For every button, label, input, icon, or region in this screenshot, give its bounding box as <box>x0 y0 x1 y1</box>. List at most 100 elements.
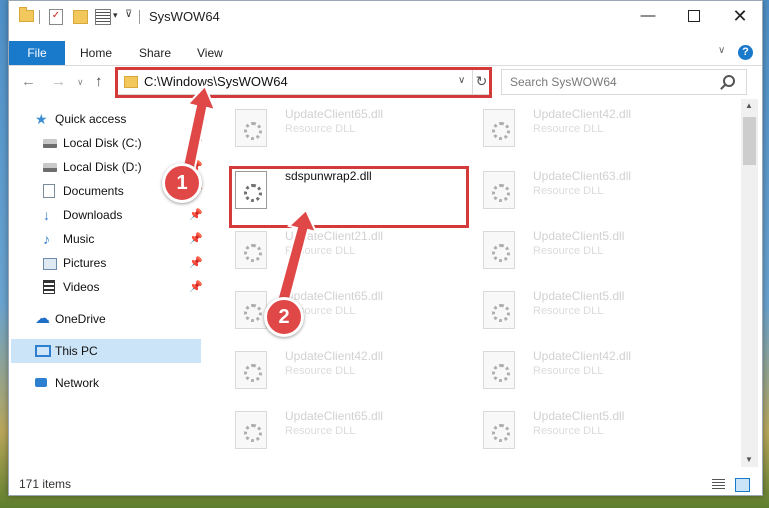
this-pc-icon <box>35 345 51 357</box>
dll-file-icon <box>483 411 515 449</box>
search-input[interactable]: Search SysWOW64 <box>501 69 747 95</box>
star-icon: ★ <box>35 111 48 127</box>
pictures-icon <box>43 258 57 270</box>
close-button[interactable]: ✕ <box>717 1 763 33</box>
sidebar-item-quick-access[interactable]: ★ Quick access <box>35 107 205 131</box>
pin-icon[interactable]: 📌 <box>189 280 203 293</box>
minimize-button[interactable]: — <box>625 1 671 33</box>
sidebar-item-videos[interactable]: Videos 📌 <box>43 275 205 299</box>
pin-icon[interactable]: 📌 <box>189 256 203 269</box>
sidebar-item-label: Videos <box>63 280 100 294</box>
new-folder-icon[interactable] <box>73 10 88 24</box>
folder-icon <box>124 76 138 88</box>
gear-icon <box>244 184 262 202</box>
dll-file-icon <box>235 351 267 389</box>
file-type: Resource DLL <box>285 365 356 377</box>
dll-file-icon <box>483 109 515 147</box>
file-tile[interactable]: UpdateClient42.dll Resource DLL <box>235 347 475 397</box>
sidebar-item-network[interactable]: Network <box>35 371 205 395</box>
file-tile-sdspunwrap2[interactable]: sdspunwrap2.dll <box>235 167 475 217</box>
pin-icon[interactable]: 📌 <box>189 208 203 221</box>
file-name: UpdateClient65.dll <box>285 289 384 303</box>
tab-view[interactable]: View <box>197 41 223 65</box>
navigation-pane: ★ Quick access Local Disk (C:) 📌 Local D… <box>9 99 207 467</box>
address-bar-row: ← → ∨ ↑ C:\Windows\SysWOW64 ∨ ↻ Search S… <box>9 67 762 97</box>
file-type: Resource DLL <box>285 245 356 257</box>
back-arrow-icon[interactable]: ← <box>21 73 36 90</box>
forward-arrow-icon[interactable]: → <box>51 73 66 90</box>
music-icon: ♪ <box>43 231 50 247</box>
dll-file-icon <box>483 231 515 269</box>
sidebar-item-pictures[interactable]: Pictures 📌 <box>43 251 205 275</box>
file-type: Resource DLL <box>533 185 604 197</box>
properties-checkmark-icon[interactable]: ✓ <box>49 9 63 25</box>
file-name: UpdateClient5.dll <box>533 289 625 303</box>
gear-icon <box>492 184 510 202</box>
address-dropdown-icon[interactable]: ∨ <box>458 75 465 86</box>
scroll-down-icon[interactable]: ▼ <box>745 455 753 464</box>
file-tile[interactable]: UpdateClient65.dll Resource DLL <box>235 407 475 457</box>
gear-icon <box>244 364 262 382</box>
chevron-down-icon[interactable]: ▾ <box>113 10 118 21</box>
file-name: UpdateClient65.dll <box>285 409 384 423</box>
maximize-icon <box>688 10 700 23</box>
dll-file-icon <box>235 109 267 147</box>
help-button[interactable]: ? <box>738 45 753 60</box>
vertical-scrollbar[interactable]: ▲ ▼ <box>741 99 758 467</box>
sidebar-item-label: Local Disk (D:) <box>63 160 142 174</box>
scroll-up-icon[interactable]: ▲ <box>745 101 753 110</box>
folder-icon <box>19 7 34 22</box>
gear-icon <box>492 122 510 140</box>
scrollbar-thumb[interactable] <box>743 117 756 165</box>
gear-icon <box>492 364 510 382</box>
file-tab[interactable]: File <box>9 41 65 65</box>
onedrive-icon: ☁ <box>35 310 50 327</box>
sidebar-item-this-pc[interactable]: This PC <box>11 339 201 363</box>
quick-access-toolbar-dropdown-icon[interactable]: ⊽ <box>125 9 132 20</box>
file-type: Resource DLL <box>285 425 356 437</box>
tab-home[interactable]: Home <box>80 41 112 65</box>
file-tile[interactable]: UpdateClient42.dll Resource DLL <box>483 347 723 397</box>
sidebar-item-downloads[interactable]: ↓ Downloads 📌 <box>43 203 205 227</box>
file-name: UpdateClient21.dll <box>285 229 384 243</box>
status-bar: 171 items <box>9 473 762 495</box>
title-bar: ✓ ▾ ⊽ SysWOW64 — ✕ <box>9 1 762 33</box>
file-tile[interactable]: UpdateClient5.dll Resource DLL <box>483 407 723 457</box>
ribbon: File Home Share View ∨ ? <box>9 41 762 66</box>
tab-share[interactable]: Share <box>139 41 171 65</box>
file-type: Resource DLL <box>533 305 604 317</box>
sidebar-item-onedrive[interactable]: ☁ OneDrive <box>35 307 205 331</box>
pin-icon[interactable]: 📌 <box>189 232 203 245</box>
search-icon[interactable] <box>723 75 735 87</box>
file-tile[interactable]: UpdateClient21.dll Resource DLL <box>235 227 475 277</box>
customize-icon[interactable] <box>95 9 111 25</box>
sidebar-item-label: Quick access <box>55 112 127 126</box>
address-bar[interactable]: C:\Windows\SysWOW64 ∨ ↻ <box>115 69 490 95</box>
dll-file-icon <box>235 291 267 329</box>
search-placeholder: Search SysWOW64 <box>510 75 617 89</box>
pin-icon[interactable]: 📌 <box>189 136 203 149</box>
recent-locations-chevron-icon[interactable]: ∨ <box>77 77 84 88</box>
tiles-view-icon[interactable] <box>735 478 750 492</box>
dll-file-icon <box>235 411 267 449</box>
file-tile[interactable]: UpdateClient65.dll Resource DLL <box>235 105 475 155</box>
expand-ribbon-icon[interactable]: ∨ <box>718 45 725 56</box>
file-type: Resource DLL <box>533 245 604 257</box>
file-name: UpdateClient42.dll <box>285 349 384 363</box>
details-view-icon[interactable] <box>712 479 725 490</box>
maximize-button[interactable] <box>671 1 717 33</box>
gear-icon <box>492 304 510 322</box>
sidebar-item-label: Documents <box>63 184 124 198</box>
file-type: Resource DLL <box>533 365 604 377</box>
file-tile[interactable]: UpdateClient5.dll Resource DLL <box>483 287 723 337</box>
file-tile[interactable]: UpdateClient5.dll Resource DLL <box>483 227 723 277</box>
refresh-icon[interactable]: ↻ <box>472 70 490 94</box>
network-icon <box>35 378 47 387</box>
address-path[interactable]: C:\Windows\SysWOW64 <box>144 74 288 89</box>
sidebar-item-music[interactable]: ♪ Music 📌 <box>43 227 205 251</box>
up-arrow-icon[interactable]: ↑ <box>95 73 103 90</box>
file-tile[interactable]: UpdateClient63.dll Resource DLL <box>483 167 723 217</box>
sidebar-item-local-disk-c[interactable]: Local Disk (C:) 📌 <box>43 131 205 155</box>
file-tile[interactable]: UpdateClient42.dll Resource DLL <box>483 105 723 155</box>
gear-icon <box>244 304 262 322</box>
